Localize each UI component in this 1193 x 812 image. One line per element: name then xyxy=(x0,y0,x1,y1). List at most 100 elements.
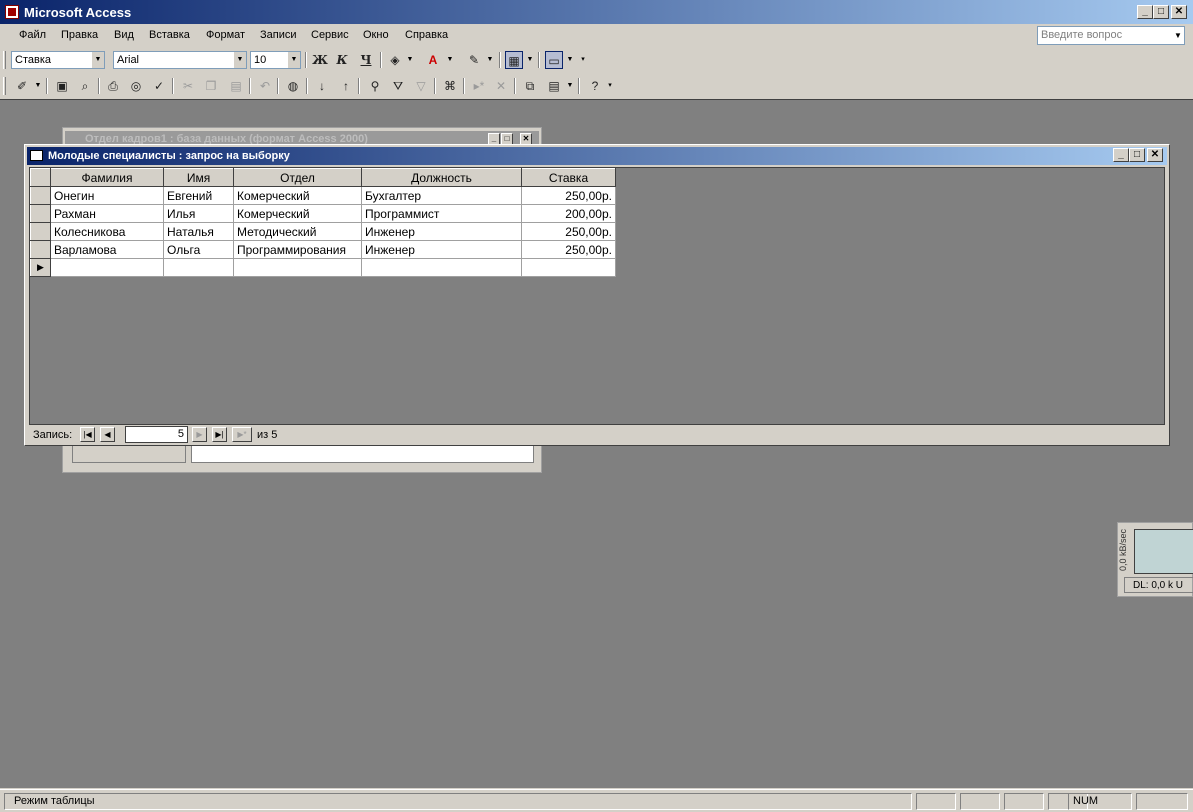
network-meter-widget[interactable]: 0,0 kB/sec DL: 0,0 k U xyxy=(1117,522,1193,597)
select-all-corner[interactable] xyxy=(30,168,51,187)
view-design-icon[interactable]: ✐ xyxy=(13,77,31,95)
toolbar-options-icon[interactable]: ▾ xyxy=(606,77,614,95)
menu-file[interactable]: Файл xyxy=(19,29,46,41)
hyperlink-icon[interactable]: ◍ xyxy=(284,77,302,95)
new-cell-familiya[interactable] xyxy=(50,258,164,277)
cell-imya[interactable]: Ольга xyxy=(163,240,234,259)
chevron-down-icon[interactable]: ▼ xyxy=(566,51,574,69)
menu-help[interactable]: Справка xyxy=(405,29,448,41)
cell-stavka[interactable]: 250,00р. xyxy=(521,222,616,241)
apply-filter-icon[interactable]: ▽ xyxy=(412,77,430,95)
cell-familiya[interactable]: Колесникова xyxy=(50,222,164,241)
close-button[interactable]: ✕ xyxy=(1147,148,1163,162)
font-color-icon[interactable]: A xyxy=(424,51,442,69)
search-file-icon[interactable]: ⌕ xyxy=(76,77,94,95)
query-window[interactable]: Молодые специалисты : запрос на выборку … xyxy=(24,144,1170,446)
datasheet-icon[interactable] xyxy=(30,150,43,161)
chevron-down-icon[interactable]: ▼ xyxy=(34,77,42,95)
new-cell-imya[interactable] xyxy=(163,258,234,277)
column-header-imya[interactable]: Имя xyxy=(163,168,234,187)
delete-record-icon[interactable]: ✕ xyxy=(492,77,510,95)
cell-dolzhnost[interactable]: Инженер xyxy=(361,240,522,259)
new-record-nav-icon[interactable]: ▶* xyxy=(232,427,252,442)
new-cell-otdel[interactable] xyxy=(233,258,362,277)
cell-imya[interactable]: Евгений xyxy=(163,186,234,205)
next-record-icon[interactable]: ▶ xyxy=(192,427,207,442)
print-icon[interactable]: ⎙ xyxy=(104,77,122,95)
filter-by-selection-icon[interactable]: ⚲ xyxy=(366,77,384,95)
special-effect-icon[interactable]: ▭ xyxy=(545,51,563,69)
italic-button[interactable]: К xyxy=(333,51,351,69)
copy-icon[interactable]: ❐ xyxy=(202,77,220,95)
column-header-otdel[interactable]: Отдел xyxy=(233,168,362,187)
first-record-icon[interactable]: |◀ xyxy=(80,427,95,442)
chevron-down-icon[interactable]: ▼ xyxy=(406,51,414,69)
close-button[interactable]: ✕ xyxy=(1171,5,1187,19)
ask-question-box[interactable]: Введите вопрос ▼ xyxy=(1037,26,1185,45)
cell-familiya[interactable]: Онегин xyxy=(50,186,164,205)
previous-record-icon[interactable]: ◀ xyxy=(100,427,115,442)
cell-otdel[interactable]: Методический xyxy=(233,222,362,241)
save-icon[interactable]: ▣ xyxy=(53,77,71,95)
chevron-down-icon[interactable]: ▼ xyxy=(446,51,454,69)
line-color-icon[interactable]: ✎ xyxy=(465,51,483,69)
filter-by-form-icon[interactable]: ⛛ xyxy=(389,77,407,95)
record-selector[interactable] xyxy=(30,222,51,241)
cell-otdel[interactable]: Комерческий xyxy=(233,186,362,205)
toolbar-grip[interactable] xyxy=(3,77,6,95)
chevron-down-icon[interactable]: ▼ xyxy=(486,51,494,69)
cell-dolzhnost[interactable]: Бухгалтер xyxy=(361,186,522,205)
font-combo[interactable]: Arial ▼ xyxy=(113,51,247,69)
column-header-dolzhnost[interactable]: Должность xyxy=(361,168,522,187)
fill-color-icon[interactable]: ◈ xyxy=(386,51,404,69)
toolbar-grip[interactable] xyxy=(3,51,6,69)
menu-view[interactable]: Вид xyxy=(114,29,134,41)
cell-stavka[interactable]: 250,00р. xyxy=(521,186,616,205)
font-size-combo[interactable]: 10 ▼ xyxy=(250,51,301,69)
new-cell-stavka[interactable] xyxy=(521,258,616,277)
help-icon[interactable]: ? xyxy=(586,77,604,95)
sort-ascending-icon[interactable]: ↓ xyxy=(313,77,331,95)
paste-icon[interactable]: ▤ xyxy=(227,77,245,95)
maximize-button[interactable]: □ xyxy=(1153,5,1169,19)
field-combo[interactable]: Ставка ▼ xyxy=(11,51,105,69)
menu-records[interactable]: Записи xyxy=(260,29,297,41)
cell-dolzhnost[interactable]: Инженер xyxy=(361,222,522,241)
cell-otdel[interactable]: Комерческий xyxy=(233,204,362,223)
chevron-down-icon[interactable]: ▼ xyxy=(566,77,574,95)
minimize-button[interactable]: _ xyxy=(1113,148,1129,162)
print-preview-icon[interactable]: ◎ xyxy=(127,77,145,95)
cell-dolzhnost[interactable]: Программист xyxy=(361,204,522,223)
cell-stavka[interactable]: 200,00р. xyxy=(521,204,616,223)
cut-icon[interactable]: ✂ xyxy=(179,77,197,95)
chevron-down-icon[interactable]: ▼ xyxy=(234,52,246,68)
new-object-icon[interactable]: ▤ xyxy=(545,77,563,95)
minimize-button[interactable]: _ xyxy=(1137,5,1153,19)
cell-imya[interactable]: Наталья xyxy=(163,222,234,241)
find-icon[interactable]: ⌘ xyxy=(441,77,459,95)
menu-edit[interactable]: Правка xyxy=(61,29,98,41)
cell-familiya[interactable]: Рахман xyxy=(50,204,164,223)
record-selector[interactable] xyxy=(30,186,51,205)
spelling-icon[interactable]: ✓ xyxy=(150,77,168,95)
menu-insert[interactable]: Вставка xyxy=(149,29,190,41)
record-selector[interactable] xyxy=(30,204,51,223)
chevron-down-icon[interactable]: ▼ xyxy=(288,52,300,68)
sort-descending-icon[interactable]: ↑ xyxy=(337,77,355,95)
bold-button[interactable]: Ж xyxy=(311,51,329,69)
chevron-down-icon[interactable]: ▼ xyxy=(1172,27,1184,44)
column-header-stavka[interactable]: Ставка xyxy=(521,168,616,187)
menu-tools[interactable]: Сервис xyxy=(311,29,349,41)
menu-format[interactable]: Формат xyxy=(206,29,245,41)
restore-button[interactable]: □ xyxy=(1129,148,1145,162)
current-record-arrow-icon[interactable]: ▶ xyxy=(30,258,51,277)
last-record-icon[interactable]: ▶| xyxy=(212,427,227,442)
cell-otdel[interactable]: Программирования xyxy=(233,240,362,259)
cell-familiya[interactable]: Варламова xyxy=(50,240,164,259)
chevron-down-icon[interactable]: ▼ xyxy=(526,51,534,69)
underline-button[interactable]: Ч xyxy=(357,51,375,69)
undo-icon[interactable]: ↶ xyxy=(256,77,274,95)
gridlines-icon[interactable]: ▦ xyxy=(505,51,523,69)
new-record-icon[interactable]: ▸* xyxy=(470,77,488,95)
record-selector[interactable] xyxy=(30,240,51,259)
